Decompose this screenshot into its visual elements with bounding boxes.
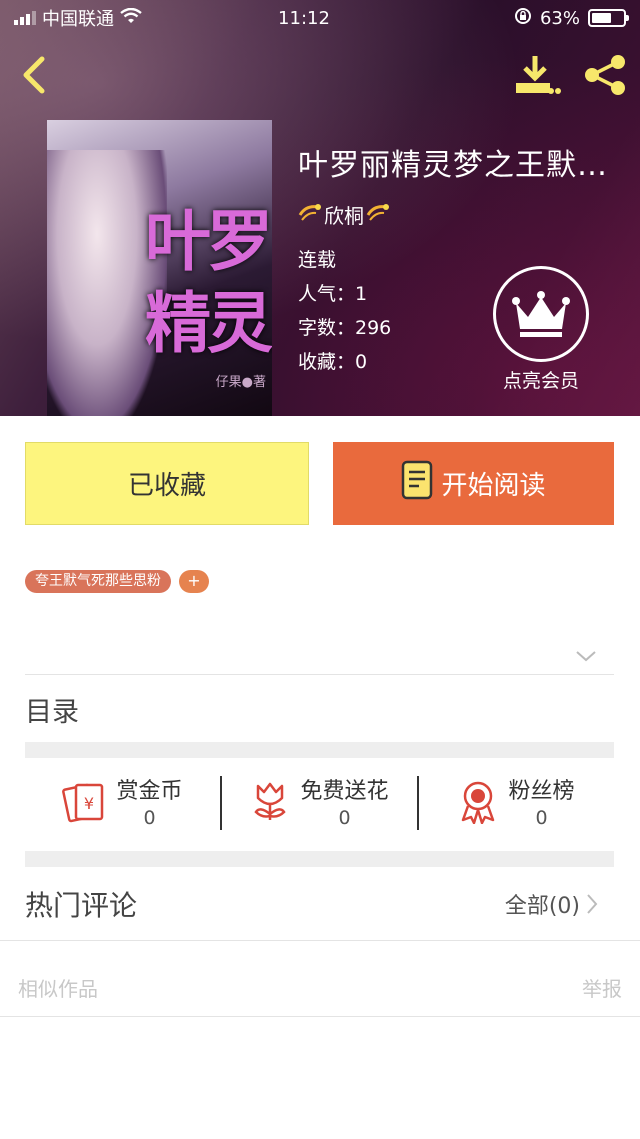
- divider: [0, 940, 640, 941]
- similar-works-label: 相似作品: [18, 977, 98, 1001]
- all-comments-label: 全部(0): [504, 894, 580, 919]
- tag-item[interactable]: 夸王默气死那些思粉: [25, 570, 171, 593]
- stat-value: 0: [338, 807, 351, 829]
- vip-label: 点亮会员: [502, 370, 579, 392]
- add-tag-button[interactable]: +: [179, 570, 209, 593]
- medal-icon: [458, 780, 498, 828]
- author-name: 欣桐: [324, 204, 364, 228]
- share-icon: [585, 55, 625, 95]
- carrier-label: 中国联通: [42, 9, 114, 30]
- download-button[interactable]: [512, 50, 562, 100]
- cover-title: 叶罗 精灵: [145, 202, 272, 362]
- book-icon: [401, 460, 433, 507]
- all-comments-link[interactable]: 全部(0): [505, 888, 598, 920]
- chevron-right-icon: [587, 894, 598, 914]
- fan-ranking-button[interactable]: 粉丝榜 0: [419, 776, 614, 832]
- stat-value: 0: [143, 807, 156, 829]
- red-envelope-icon: ¥: [62, 781, 106, 827]
- reward-coins-button[interactable]: ¥ 赏金币 0: [25, 776, 220, 832]
- vip-button[interactable]: 点亮会员: [493, 266, 589, 393]
- book-header: 中国联通 11:12 63% 叶罗 精灵 仔果●著 叶罗丽精灵梦之王默… 欣桐 …: [0, 0, 640, 416]
- back-button[interactable]: [8, 50, 58, 100]
- book-title: 叶罗丽精灵梦之王默…: [298, 148, 608, 183]
- stat-label: 粉丝榜: [508, 779, 575, 804]
- clock: 11:12: [278, 7, 330, 29]
- toc-link[interactable]: 目录: [25, 690, 79, 729]
- divider: [25, 674, 614, 675]
- chevron-down-icon: [576, 651, 596, 662]
- start-reading-button[interactable]: 开始阅读: [333, 442, 614, 525]
- stats-bar: ¥ 赏金币 0 免费送花 0 粉丝榜 0: [25, 776, 614, 832]
- hot-comments-title: 热门评论: [25, 889, 138, 922]
- send-flower-button[interactable]: 免费送花 0: [222, 776, 417, 832]
- download-icon: [516, 56, 561, 94]
- stat-label: 赏金币: [116, 779, 183, 804]
- signal-icon: [14, 11, 36, 25]
- wifi-icon: [120, 7, 142, 29]
- sparkle-icon: [298, 201, 322, 228]
- battery-percent: 63%: [539, 7, 580, 29]
- svg-text:¥: ¥: [84, 794, 94, 813]
- favorited-button[interactable]: 已收藏: [25, 442, 309, 525]
- book-author[interactable]: 欣桐: [298, 200, 618, 229]
- battery-icon: [588, 9, 629, 27]
- sparkle-icon: [366, 201, 390, 228]
- expand-button[interactable]: [574, 648, 598, 668]
- crown-icon: [493, 266, 589, 362]
- stat-label: 免费送花: [300, 779, 389, 804]
- stat-value: 0: [535, 807, 548, 829]
- tag-list: 夸王默气死那些思粉 +: [25, 570, 209, 593]
- cover-author: 仔果●著: [215, 375, 266, 390]
- start-reading-label: 开始阅读: [441, 471, 546, 501]
- report-button[interactable]: 举报: [582, 973, 622, 1002]
- section-separator: [25, 851, 614, 867]
- section-separator: [25, 742, 614, 758]
- share-button[interactable]: [580, 50, 630, 100]
- divider: [0, 1016, 640, 1017]
- status-bar: 中国联通 11:12 63%: [0, 0, 640, 36]
- rotation-lock-icon: [514, 7, 532, 30]
- action-buttons: 已收藏 开始阅读: [25, 442, 614, 525]
- flower-icon: [250, 780, 290, 828]
- book-cover[interactable]: 叶罗 精灵 仔果●著: [47, 120, 272, 416]
